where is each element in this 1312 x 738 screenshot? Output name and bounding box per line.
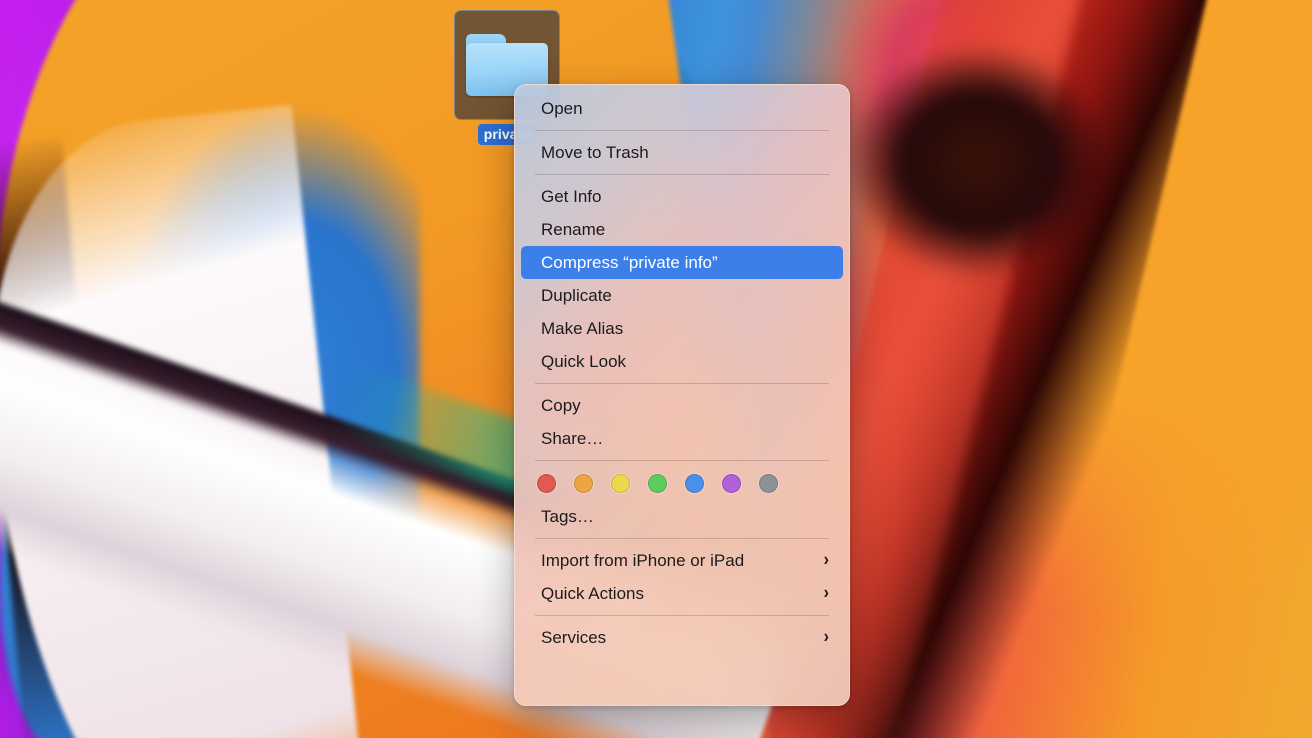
menu-item-share[interactable]: Share… <box>521 422 843 455</box>
menu-item-make-alias[interactable]: Make Alias <box>521 312 843 345</box>
menu-separator <box>535 538 829 539</box>
menu-item-get-info[interactable]: Get Info <box>521 180 843 213</box>
purple-tag[interactable] <box>722 474 741 493</box>
chevron-right-icon: › <box>824 584 829 602</box>
menu-item-label: Rename <box>541 213 829 246</box>
menu-item-tags[interactable]: Tags… <box>521 500 843 533</box>
menu-item-duplicate[interactable]: Duplicate <box>521 279 843 312</box>
menu-item-label: Get Info <box>541 180 829 213</box>
red-tag[interactable] <box>537 474 556 493</box>
wallpaper-brown-lobe <box>830 0 1160 360</box>
orange-tag[interactable] <box>574 474 593 493</box>
menu-separator <box>535 460 829 461</box>
menu-item-move-to-trash[interactable]: Move to Trash <box>521 136 843 169</box>
menu-item-open[interactable]: Open <box>521 92 843 125</box>
menu-item-label: Quick Actions <box>541 577 814 610</box>
green-tag[interactable] <box>648 474 667 493</box>
menu-item-label: Services <box>541 621 814 654</box>
menu-item-quick-actions[interactable]: Quick Actions › <box>521 577 843 610</box>
menu-separator <box>535 615 829 616</box>
yellow-tag[interactable] <box>611 474 630 493</box>
menu-item-label: Quick Look <box>541 345 829 378</box>
menu-item-quick-look[interactable]: Quick Look <box>521 345 843 378</box>
menu-item-label: Make Alias <box>541 312 829 345</box>
menu-item-rename[interactable]: Rename <box>521 213 843 246</box>
menu-item-services[interactable]: Services › <box>521 621 843 654</box>
menu-item-label: Import from iPhone or iPad <box>541 544 814 577</box>
menu-item-label: Share… <box>541 422 829 455</box>
menu-item-copy[interactable]: Copy <box>521 389 843 422</box>
chevron-right-icon: › <box>824 551 829 569</box>
menu-item-label: Open <box>541 92 829 125</box>
menu-item-label: Compress “private info” <box>541 246 829 279</box>
menu-separator <box>535 130 829 131</box>
tag-color-row[interactable] <box>515 466 849 500</box>
menu-item-label: Move to Trash <box>541 136 829 169</box>
menu-item-compress-private-info[interactable]: Compress “private info” <box>521 246 843 279</box>
menu-item-label: Copy <box>541 389 829 422</box>
menu-separator <box>535 174 829 175</box>
menu-separator <box>535 383 829 384</box>
chevron-right-icon: › <box>824 628 829 646</box>
blue-tag[interactable] <box>685 474 704 493</box>
menu-item-import-from-iphone-or-ipad[interactable]: Import from iPhone or iPad › <box>521 544 843 577</box>
menu-item-label: Tags… <box>541 500 829 533</box>
menu-item-label: Duplicate <box>541 279 829 312</box>
context-menu[interactable]: Open Move to Trash Get InfoRenameCompress … <box>514 84 850 706</box>
gray-tag[interactable] <box>759 474 778 493</box>
desktop[interactable]: private OpenMove to TrashGet InfoRenameC… <box>0 0 1312 738</box>
